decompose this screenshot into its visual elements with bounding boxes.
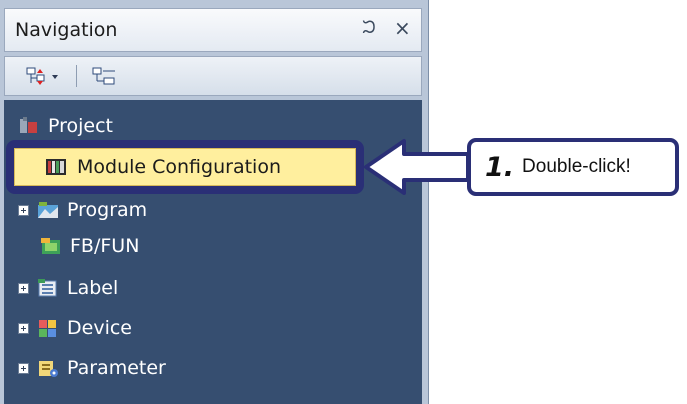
callout-arrow xyxy=(364,139,470,195)
callout-box: 1. Double-click! xyxy=(467,138,679,196)
callout-text: Double-click! xyxy=(522,156,631,177)
step-number: 1. xyxy=(485,151,515,183)
